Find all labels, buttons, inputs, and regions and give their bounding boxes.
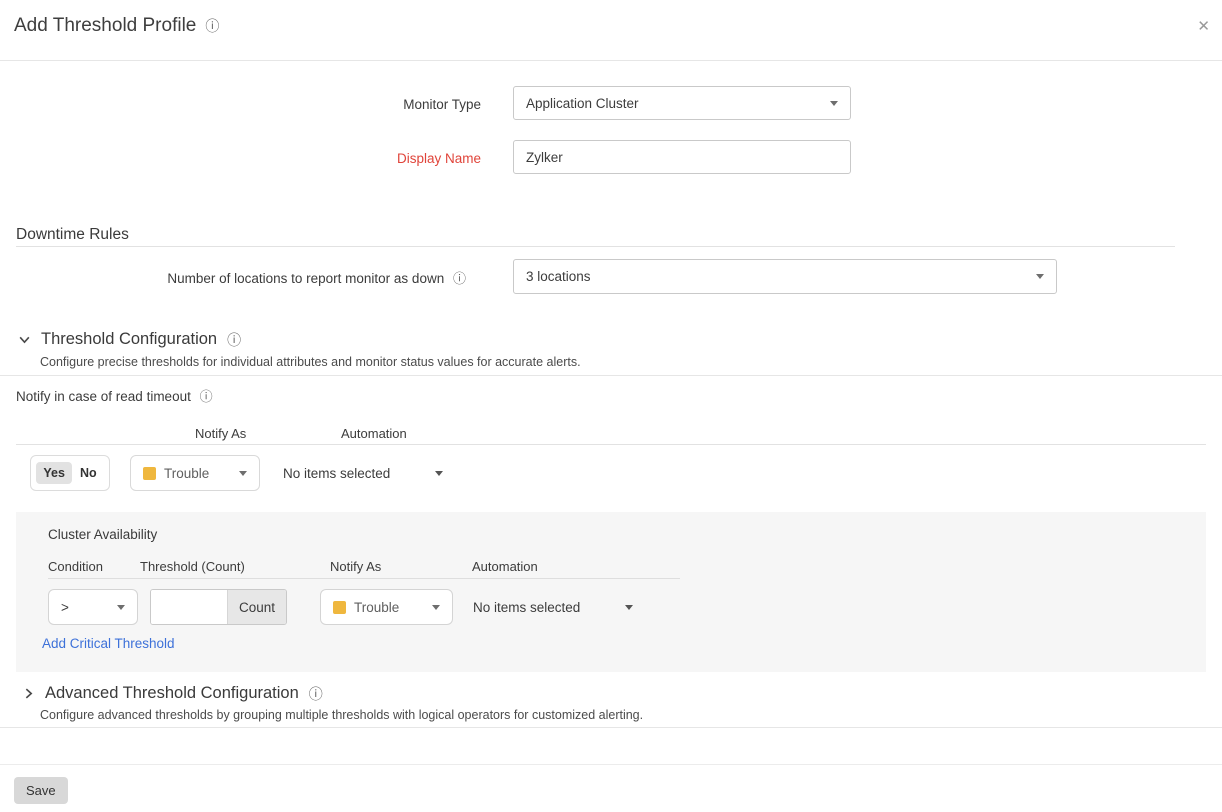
threshold-count-group: Count bbox=[150, 589, 287, 625]
chevron-down-icon bbox=[1036, 274, 1044, 279]
page-title: Add Threshold Profile bbox=[14, 15, 196, 37]
monitor-type-value: Application Cluster bbox=[526, 96, 639, 111]
condition-select[interactable]: > bbox=[48, 589, 138, 625]
save-button[interactable]: Save bbox=[14, 777, 68, 804]
downtime-rules-heading: Downtime Rules bbox=[16, 226, 129, 244]
read-timeout-label: Notify in case of read timeout ⓘ bbox=[16, 389, 213, 404]
info-icon[interactable]: ⓘ bbox=[200, 389, 213, 404]
add-threshold-profile-page: Add Threshold Profile ⓘ ✕ Monitor Type A… bbox=[0, 0, 1222, 812]
trouble-status-swatch bbox=[143, 467, 156, 480]
threshold-count-input[interactable] bbox=[151, 590, 227, 624]
trouble-status-swatch bbox=[333, 601, 346, 614]
read-timeout-label-text: Notify in case of read timeout bbox=[16, 389, 191, 404]
locations-label-text: Number of locations to report monitor as… bbox=[167, 271, 444, 286]
automation-value: No items selected bbox=[473, 600, 580, 615]
chevron-down-icon bbox=[432, 605, 440, 610]
divider bbox=[0, 764, 1222, 765]
info-icon[interactable]: ⓘ bbox=[453, 271, 466, 286]
locations-select[interactable]: 3 locations bbox=[513, 259, 1057, 294]
read-timeout-toggle[interactable]: Yes No bbox=[30, 455, 110, 491]
cluster-availability-panel: Cluster Availability Condition Threshold… bbox=[16, 512, 1206, 672]
info-icon[interactable]: ⓘ bbox=[205, 19, 219, 33]
info-icon[interactable]: ⓘ bbox=[309, 687, 323, 701]
advanced-threshold-configuration-toggle[interactable]: Advanced Threshold Configuration ⓘ bbox=[22, 684, 323, 703]
toggle-yes-option[interactable]: Yes bbox=[36, 462, 72, 484]
chevron-down-icon bbox=[239, 471, 247, 476]
read-timeout-notify-as-select[interactable]: Trouble bbox=[130, 455, 260, 491]
chevron-down-icon bbox=[625, 605, 633, 610]
threshold-configuration-title: Threshold Configuration bbox=[41, 330, 217, 349]
locations-label: Number of locations to report monitor as… bbox=[0, 271, 466, 286]
condition-value: > bbox=[61, 600, 69, 615]
automation-value: No items selected bbox=[283, 466, 390, 481]
cluster-availability-title: Cluster Availability bbox=[48, 527, 157, 542]
threshold-configuration-subtitle: Configure precise thresholds for individ… bbox=[40, 355, 581, 369]
display-name-input[interactable] bbox=[513, 140, 851, 174]
monitor-type-select[interactable]: Application Cluster bbox=[513, 86, 851, 120]
divider bbox=[48, 578, 680, 579]
notify-as-value: Trouble bbox=[354, 600, 399, 615]
chevron-down-icon bbox=[18, 333, 31, 346]
notify-as-value: Trouble bbox=[164, 466, 209, 481]
cluster-notify-as-select[interactable]: Trouble bbox=[320, 589, 453, 625]
read-timeout-automation-select[interactable]: No items selected bbox=[283, 455, 443, 491]
chevron-down-icon bbox=[435, 471, 443, 476]
divider bbox=[0, 375, 1222, 376]
column-header-condition: Condition bbox=[48, 559, 103, 574]
info-icon[interactable]: ⓘ bbox=[227, 333, 241, 347]
close-icon[interactable]: ✕ bbox=[1197, 17, 1210, 35]
locations-value: 3 locations bbox=[526, 269, 591, 284]
advanced-threshold-configuration-title: Advanced Threshold Configuration bbox=[45, 684, 299, 703]
chevron-down-icon bbox=[830, 101, 838, 106]
dialog-header: Add Threshold Profile ⓘ bbox=[14, 15, 219, 37]
advanced-threshold-configuration-subtitle: Configure advanced thresholds by groupin… bbox=[40, 708, 643, 722]
toggle-no-option[interactable]: No bbox=[73, 462, 104, 484]
display-name-label: Display Name bbox=[181, 151, 481, 166]
monitor-type-label: Monitor Type bbox=[181, 97, 481, 112]
threshold-unit-label: Count bbox=[227, 590, 286, 624]
chevron-right-icon bbox=[22, 687, 35, 700]
chevron-down-icon bbox=[117, 605, 125, 610]
column-header-notify-as: Notify As bbox=[330, 559, 381, 574]
divider bbox=[0, 60, 1222, 61]
divider bbox=[16, 444, 1206, 445]
add-critical-threshold-link[interactable]: Add Critical Threshold bbox=[42, 636, 175, 651]
divider bbox=[16, 246, 1175, 247]
column-header-automation: Automation bbox=[341, 426, 407, 441]
threshold-configuration-toggle[interactable]: Threshold Configuration ⓘ bbox=[18, 330, 241, 349]
column-header-notify-as: Notify As bbox=[195, 426, 246, 441]
cluster-automation-select[interactable]: No items selected bbox=[473, 589, 633, 625]
column-header-threshold: Threshold (Count) bbox=[140, 559, 245, 574]
column-header-automation: Automation bbox=[472, 559, 538, 574]
divider bbox=[0, 727, 1222, 728]
